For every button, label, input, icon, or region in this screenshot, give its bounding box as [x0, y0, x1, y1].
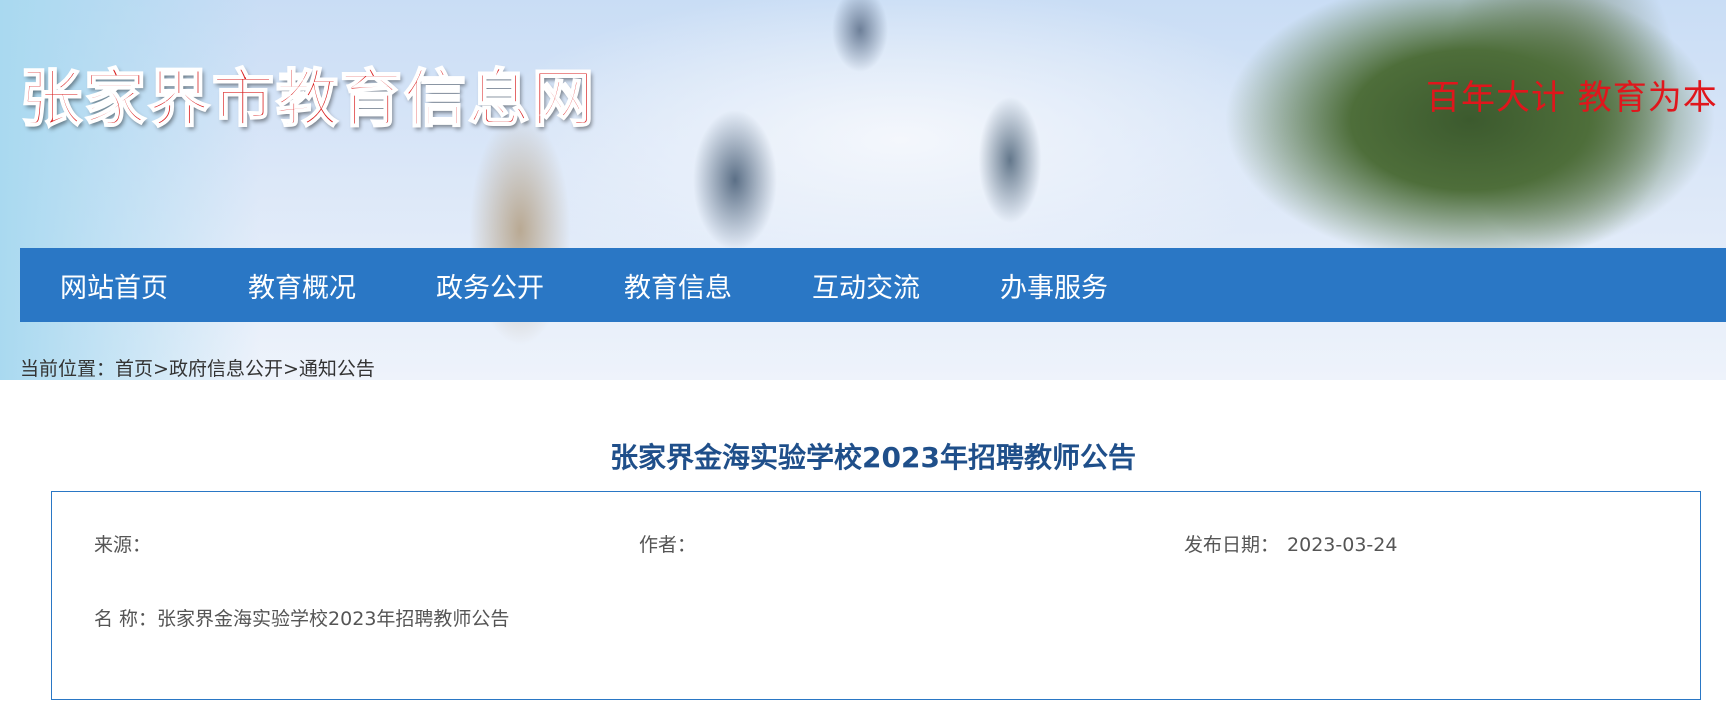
main-nav: 网站首页 教育概况 政务公开 教育信息 互动交流 办事服务: [20, 248, 1726, 322]
breadcrumb-link-home[interactable]: 首页: [115, 358, 153, 380]
article-title: 张家界金海实验学校2023年招聘教师公告: [610, 441, 1136, 474]
nav-item-home[interactable]: 网站首页: [60, 266, 168, 305]
nav-item-services[interactable]: 办事服务: [1000, 266, 1108, 305]
page: 张家界市教育信息网 百年大计 教育为本 网站首页 教育概况 政务公开 教育信息 …: [0, 0, 1726, 725]
nav-item-government-affairs[interactable]: 政务公开: [436, 266, 544, 305]
article-content: 张家界金海实验学校2023年招聘教师公告 来源： 作者： 发布日期： 2023-0…: [20, 380, 1726, 725]
header-banner-image: 张家界市教育信息网 百年大计 教育为本: [0, 0, 1726, 380]
article-source: 来源：: [94, 530, 151, 557]
article-author: 作者：: [639, 530, 696, 557]
name-value: 张家界金海实验学校2023年招聘教师公告: [157, 608, 510, 630]
article-name-row: 名 称：张家界金海实验学校2023年招聘教师公告: [94, 604, 509, 631]
breadcrumb-link-gov-info[interactable]: 政府信息公开: [169, 358, 283, 380]
header-slogan: 百年大计 教育为本: [1426, 78, 1718, 118]
breadcrumb-prefix: 当前位置：: [20, 358, 116, 380]
article-info-box: 来源： 作者： 发布日期： 2023-03-24 名 称：张家界金海实验学校202…: [51, 491, 1701, 700]
nav-item-education-info[interactable]: 教育信息: [624, 266, 732, 305]
article-publish-date: 发布日期： 2023-03-24: [1184, 530, 1397, 557]
nav-item-education-overview[interactable]: 教育概况: [248, 266, 356, 305]
breadcrumb: 当前位置：首页>政府信息公开>通知公告: [20, 354, 375, 381]
name-label: 名 称：: [94, 608, 158, 630]
site-logo[interactable]: 张家界市教育信息网: [19, 48, 596, 138]
breadcrumb-separator: >: [282, 358, 299, 380]
source-label: 来源：: [94, 534, 152, 556]
breadcrumb-separator: >: [153, 358, 169, 380]
date-value: 2023-03-24: [1287, 534, 1398, 556]
nav-item-interaction[interactable]: 互动交流: [812, 266, 920, 305]
date-label: 发布日期：: [1184, 534, 1280, 556]
breadcrumb-link-notices[interactable]: 通知公告: [299, 358, 375, 380]
author-label: 作者：: [639, 534, 697, 556]
